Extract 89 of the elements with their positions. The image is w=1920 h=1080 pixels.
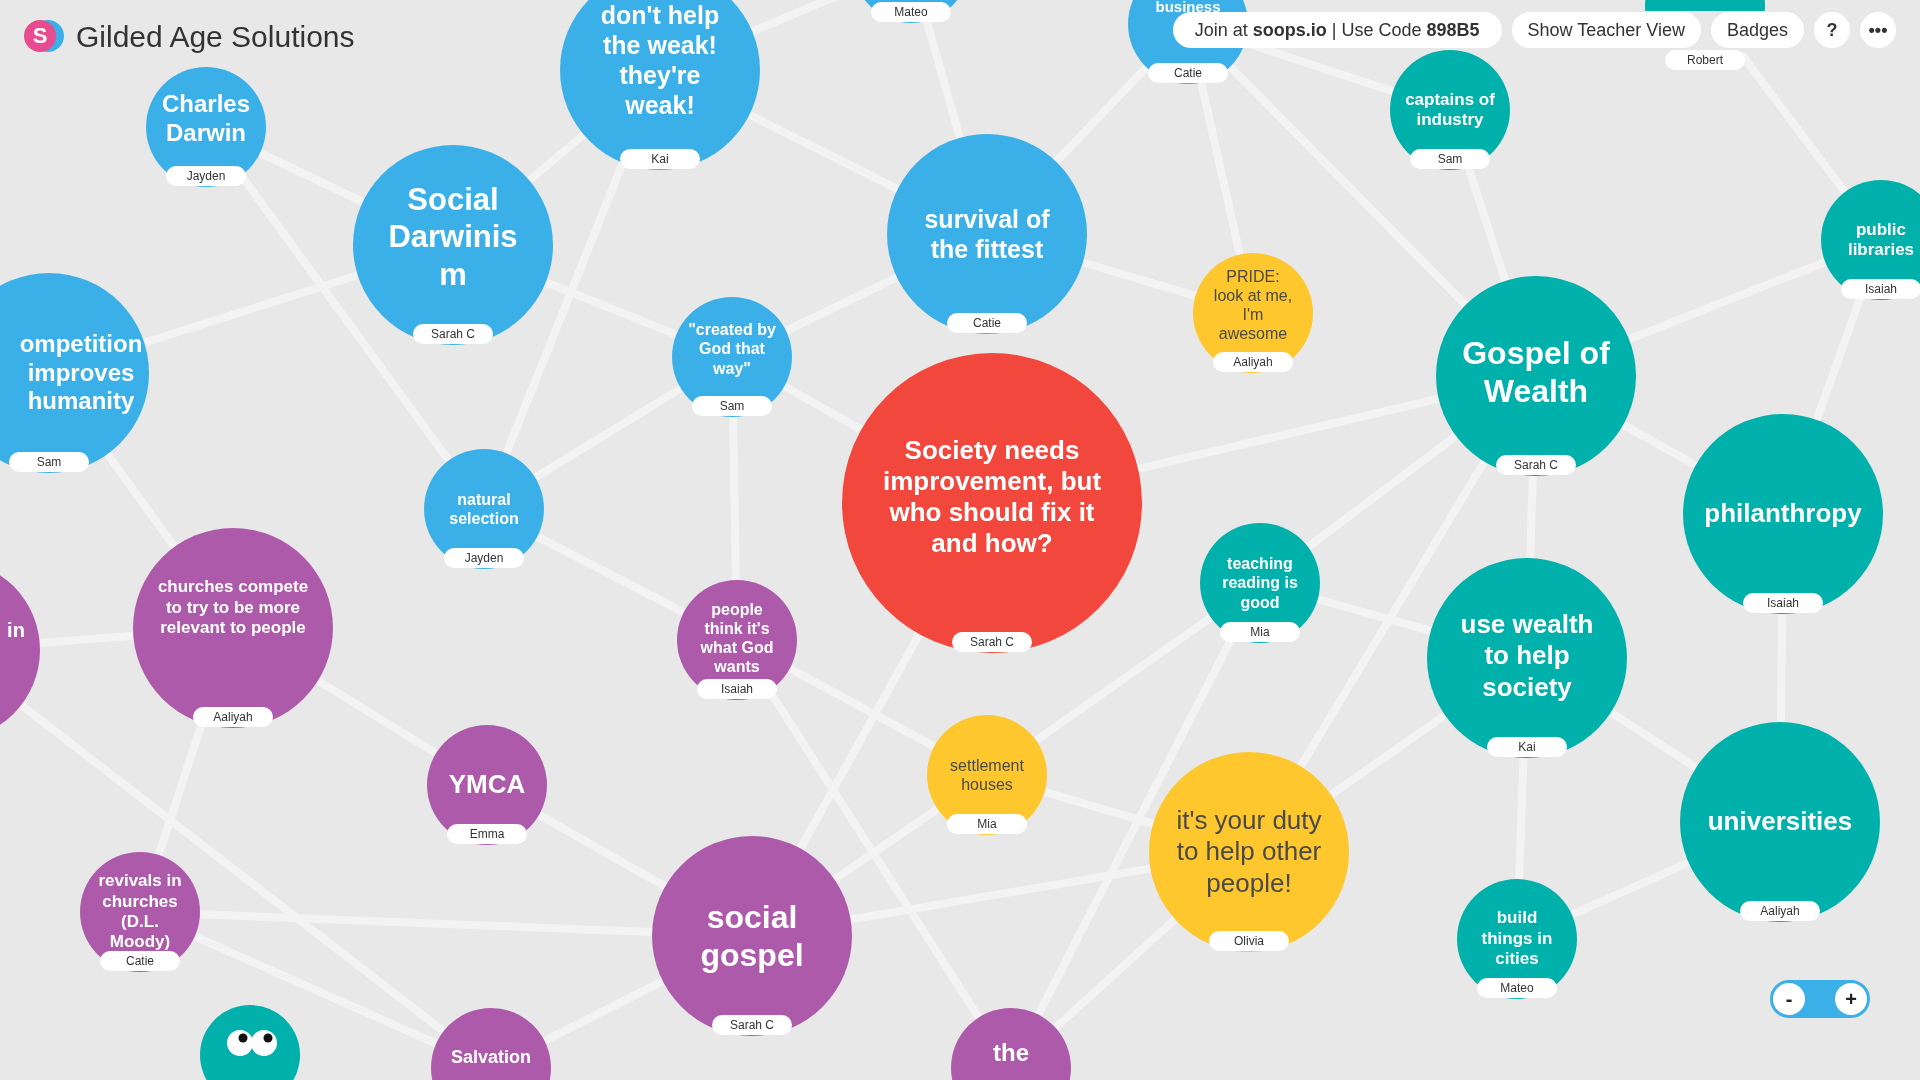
idea-bubble[interactable]: it's your duty to help other people! Olivia xyxy=(1149,752,1349,952)
author-tag: Mateo xyxy=(1477,978,1557,998)
author-tag: Catie xyxy=(100,951,180,971)
author-tag: Catie xyxy=(947,313,1027,333)
bubble-text: PRIDE: look at me, I'm awesome xyxy=(1213,266,1293,344)
idea-bubble[interactable]: the xyxy=(951,1008,1071,1080)
author-tag: Mateo xyxy=(871,2,951,22)
join-code-banner: Join at soops.io | Use Code 898B5 xyxy=(1172,12,1502,48)
idea-bubble[interactable]: churches compete to try to be more relevant to people Aaliyah xyxy=(133,528,333,728)
app-title: Gilded Age Solutions xyxy=(76,19,355,55)
author-tag: Jayden xyxy=(166,166,246,186)
bubble-text: Society needs improvement, but who should fix it and how? xyxy=(882,434,1102,560)
author-tag: Sarah C xyxy=(413,324,493,344)
more-button[interactable]: ••• xyxy=(1860,12,1896,48)
author-tag: Jayden xyxy=(444,548,524,568)
bubble-text: churches compete to try to be more relevant to people xyxy=(157,577,309,639)
author-tag: Robert xyxy=(1665,50,1745,70)
bubble-text: Salvation xyxy=(451,1047,531,1069)
bubble-text: captains of industry xyxy=(1405,89,1495,131)
bubble-text: ompetition improves humanity xyxy=(19,329,143,417)
bubble-text: philanthropy xyxy=(1704,498,1862,530)
bubble-text: social gospel xyxy=(700,897,804,975)
bubble-text: use wealth to help society xyxy=(1460,609,1594,703)
author-tag: Aaliyah xyxy=(1740,901,1820,921)
idea-bubble[interactable]: universities Aaliyah xyxy=(1680,722,1880,922)
bubble-text: in xyxy=(7,618,25,642)
author-tag: Sarah C xyxy=(1496,455,1576,475)
badges-button[interactable]: Badges xyxy=(1710,12,1804,48)
bubble-text: public libraries xyxy=(1847,219,1915,261)
author-tag: Sam xyxy=(692,396,772,416)
bubble-text: Social Darwinis m xyxy=(388,181,518,293)
author-tag: Emma xyxy=(447,824,527,844)
idea-bubble[interactable] xyxy=(1645,0,1765,11)
author-tag: Aaliyah xyxy=(193,707,273,727)
idea-bubble[interactable]: Gospel of Wealth Sarah C xyxy=(1436,276,1636,476)
author-tag: Aaliyah xyxy=(1213,352,1293,372)
author-tag: Catie xyxy=(1148,63,1228,83)
bubble-text: Gospel of Wealth xyxy=(1462,333,1610,411)
bubble-text: universities xyxy=(1707,806,1853,838)
idea-bubble[interactable]: Society needs improvement, but who should fix it and how? Sarah C xyxy=(842,353,1142,653)
author-tag: Isaiah xyxy=(1841,279,1920,299)
author-tag: Sarah C xyxy=(712,1015,792,1035)
author-tag: Kai xyxy=(620,149,700,169)
idea-bubble[interactable]: build things in cities Mateo xyxy=(1457,879,1577,999)
author-tag: Sam xyxy=(9,452,89,472)
idea-bubble[interactable]: public libraries Isaiah xyxy=(1821,180,1920,300)
bubble-text: "created by God that way" xyxy=(688,320,776,378)
author-tag: Sarah C xyxy=(952,632,1032,652)
zoom-in-button[interactable]: + xyxy=(1835,983,1867,1015)
author-tag: Isaiah xyxy=(1743,593,1823,613)
idea-bubble[interactable]: don't help the weak! they're weak! Kai xyxy=(560,0,760,170)
idea-bubble[interactable]: revivals in churches (D.L. Moody) Catie xyxy=(80,852,200,972)
bubble-text: the xyxy=(993,1038,1029,1068)
author-tag: Olivia xyxy=(1209,931,1289,951)
help-button[interactable]: ? xyxy=(1814,12,1850,48)
idea-bubble[interactable]: use wealth to help society Kai xyxy=(1427,558,1627,758)
bubble-text: YMCA xyxy=(448,769,526,801)
idea-bubble[interactable]: survival of the fittest Catie xyxy=(887,134,1087,334)
bubble-text: survival of the fittest xyxy=(924,204,1050,264)
author-tag: Isaiah xyxy=(697,679,777,699)
idea-bubble[interactable]: natural selection Jayden xyxy=(424,449,544,569)
idea-bubble[interactable]: captains of industry Sam xyxy=(1390,50,1510,170)
idea-bubble[interactable]: YMCA Emma xyxy=(427,725,547,845)
idea-bubble[interactable]: social gospel Sarah C xyxy=(652,836,852,1036)
idea-bubble[interactable]: Social Darwinis m Sarah C xyxy=(353,145,553,345)
bubble-text: revivals in churches (D.L. Moody) xyxy=(98,871,182,953)
author-tag: Mia xyxy=(1220,622,1300,642)
idea-bubble[interactable]: PRIDE: look at me, I'm awesome Aaliyah xyxy=(1193,253,1313,373)
author-tag: Mia xyxy=(947,814,1027,834)
bubble-text: teaching reading is good xyxy=(1222,554,1298,612)
bubble-text: don't help the weak! they're weak! xyxy=(600,0,720,120)
idea-bubble[interactable]: "created by God that way" Sam xyxy=(672,297,792,417)
teacher-view-button[interactable]: Show Teacher View xyxy=(1511,12,1701,48)
bubble-text: Charles Darwin xyxy=(161,90,250,148)
idea-bubble[interactable]: ompetition improves humanity Sam xyxy=(0,273,149,473)
zoom-out-button[interactable]: - xyxy=(1773,983,1805,1015)
idea-bubble[interactable]: teaching reading is good Mia xyxy=(1200,523,1320,643)
bubble-text: settlement houses xyxy=(950,755,1024,795)
idea-bubble[interactable]: settlement houses Mia xyxy=(927,715,1047,835)
author-tag: Kai xyxy=(1487,737,1567,757)
bubble-text: build things in cities xyxy=(1481,908,1553,970)
idea-bubble[interactable]: people think it's what God wants Isaiah xyxy=(677,580,797,700)
idea-bubble[interactable]: Charles Darwin Jayden xyxy=(146,67,266,187)
bubble-text: people think it's what God wants xyxy=(700,599,774,677)
author-tag: Sam xyxy=(1410,149,1490,169)
bubble-text: natural selection xyxy=(449,489,519,529)
idea-bubble[interactable]: Salvation xyxy=(431,1008,551,1080)
bubble-text: it's your duty to help other people! xyxy=(1176,805,1322,899)
idea-bubble[interactable]: philanthropy Isaiah xyxy=(1683,414,1883,614)
